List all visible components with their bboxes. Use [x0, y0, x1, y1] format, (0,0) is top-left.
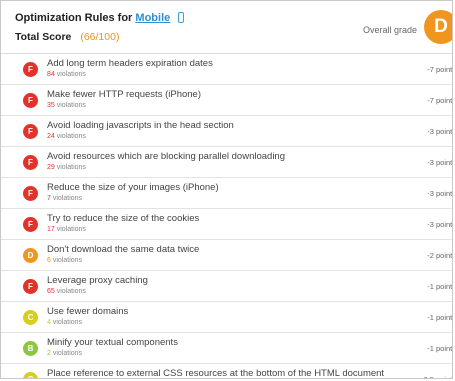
violations-text: 2 violations — [47, 350, 82, 357]
violations-label: violations — [56, 288, 86, 295]
violations-count: 84 — [47, 71, 55, 78]
violations-label: violations — [56, 164, 86, 171]
grade-badge: F — [23, 93, 38, 108]
rule-row[interactable]: F Add long term headers expiration dates 8… — [1, 54, 452, 85]
violations-text: 7 violations — [47, 195, 82, 202]
violations-label: violations — [52, 257, 83, 264]
rule-name: Place reference to external CSS resource… — [47, 368, 385, 379]
rule-name: Minify your textual components — [47, 337, 178, 348]
overall-grade-badge: D — [424, 10, 452, 44]
violations-count: 24 — [47, 133, 55, 140]
rule-name: Avoid resources which are blocking paral… — [47, 151, 285, 162]
rule-name: Avoid loading javascripts in the head se… — [47, 120, 234, 131]
panel-header: Optimization Rules for Mobile Total Scor… — [1, 1, 452, 54]
points-penalty: -7 points — [427, 96, 453, 105]
rule-name: Reduce the size of your images (iPhone) — [47, 182, 219, 193]
rule-name: Try to reduce the size of the cookies — [47, 213, 200, 224]
violations-count: 6 — [47, 257, 51, 264]
grade-badge: F — [23, 62, 38, 77]
violations-count: 17 — [47, 226, 55, 233]
violations-text: 84 violations — [47, 71, 86, 78]
points-penalty: -3 points — [427, 220, 453, 229]
violations-count: 7 — [47, 195, 51, 202]
rules-list: F Add long term headers expiration dates 8… — [1, 54, 452, 379]
rule-row[interactable]: F Leverage proxy caching 65 violations -1 p… — [1, 271, 452, 302]
violations-label: violations — [56, 226, 86, 233]
violations-text: 17 violations — [47, 226, 86, 233]
points-penalty: -1 points — [427, 313, 453, 322]
rule-name: Don't download the same data twice — [47, 244, 200, 255]
title-prefix: Optimization Rules for — [15, 12, 133, 24]
rule-name: Leverage proxy caching — [47, 275, 148, 286]
violations-label: violations — [52, 319, 83, 326]
violations-count: 29 — [47, 164, 55, 171]
rule-row[interactable]: F Avoid loading javascripts in the head s… — [1, 116, 452, 147]
mobile-device-icon — [178, 12, 185, 23]
violations-text: 35 violations — [47, 102, 86, 109]
violations-label: violations — [56, 133, 86, 140]
violations-text: 24 violations — [47, 133, 86, 140]
grade-badge: F — [23, 155, 38, 170]
points-penalty: -3 points — [427, 127, 453, 136]
rule-row[interactable]: F Avoid resources which are blocking para… — [1, 147, 452, 178]
points-penalty: -0.5 points — [421, 375, 452, 378]
points-penalty: -2 points — [427, 251, 453, 260]
grade-badge: F — [23, 279, 38, 294]
mobile-link[interactable]: Mobile — [135, 12, 170, 24]
violations-label: violations — [56, 102, 86, 109]
violations-label: violations — [56, 71, 86, 78]
rule-row[interactable]: F Try to reduce the size of the cookies 17… — [1, 209, 452, 240]
rule-row[interactable]: B Minify your textual components 2 violati… — [1, 333, 452, 364]
violations-label: violations — [52, 350, 83, 357]
grade-badge: F — [23, 124, 38, 139]
violations-count: 65 — [47, 288, 55, 295]
rule-row[interactable]: D Don't download the same data twice 6 vio… — [1, 240, 452, 271]
rule-row[interactable]: F Make fewer HTTP requests (iPhone) 35 vio… — [1, 85, 452, 116]
violations-count: 2 — [47, 350, 51, 357]
violations-text: 29 violations — [47, 164, 86, 171]
rule-name: Add long term headers expiration dates — [47, 58, 213, 69]
points-penalty: -3 points — [427, 189, 453, 198]
panel-title: Optimization Rules for Mobile — [15, 12, 185, 24]
points-penalty: -1 points — [427, 344, 453, 353]
rule-row[interactable]: C Use fewer domains 4 violations -1 points — [1, 302, 452, 333]
violations-text: 6 violations — [47, 257, 82, 264]
grade-badge: C — [23, 372, 38, 378]
grade-badge: F — [23, 186, 38, 201]
violations-text: 65 violations — [47, 288, 86, 295]
violations-text: 4 violations — [47, 319, 82, 326]
violations-count: 35 — [47, 102, 55, 109]
grade-badge: C — [23, 310, 38, 325]
points-penalty: -1 points — [427, 282, 453, 291]
rule-name: Use fewer domains — [47, 306, 129, 317]
rule-row[interactable]: C Place reference to external CSS resourc… — [1, 364, 452, 379]
total-score-value: (66/100) — [80, 31, 120, 43]
overall-grade-label: Overall grade — [362, 25, 417, 35]
grade-badge: F — [23, 217, 38, 232]
grade-badge: B — [23, 341, 38, 356]
points-penalty: -3 points — [427, 158, 453, 167]
violations-label: violations — [52, 195, 83, 202]
total-score-label: Total Score — [15, 31, 72, 43]
points-penalty: -7 points — [427, 65, 453, 74]
total-score: Total Score (66/100) — [15, 31, 119, 43]
rule-name: Make fewer HTTP requests (iPhone) — [47, 89, 201, 100]
grade-badge: D — [23, 248, 38, 263]
rule-row[interactable]: F Reduce the size of your images (iPhone)… — [1, 178, 452, 209]
optimization-rules-panel: Optimization Rules for Mobile Total Scor… — [0, 0, 453, 379]
violations-count: 4 — [47, 319, 51, 326]
